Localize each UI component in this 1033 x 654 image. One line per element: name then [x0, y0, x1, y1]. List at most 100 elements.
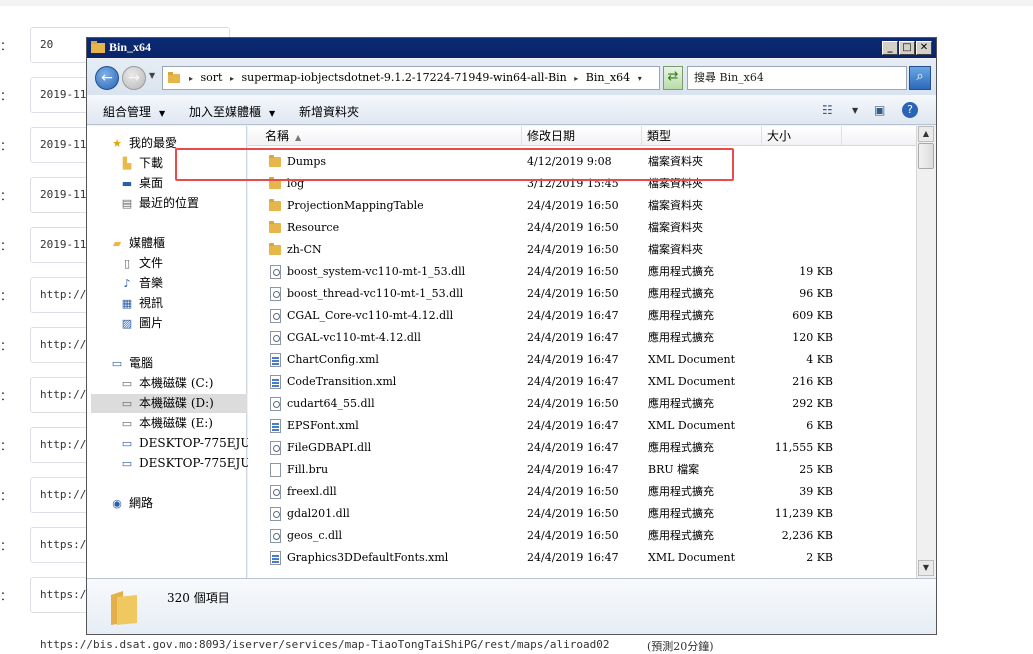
nav-item-videos[interactable]: ▦ 視訊	[119, 294, 163, 313]
add-to-library-label: 加入至媒體櫃	[189, 105, 262, 119]
file-row[interactable]: Graphics3DDefaultFonts.xml 24/4/2019 16:4…	[248, 547, 916, 569]
file-row[interactable]: zh-CN 24/4/2019 16:50 檔案資料夾	[248, 239, 916, 261]
music-icon: ♪	[123, 277, 131, 290]
nav-network[interactable]: ◉ 網路	[109, 494, 153, 513]
background-field-label: ：	[0, 89, 13, 103]
file-name: cudart64_55.dll	[287, 397, 375, 410]
back-button[interactable]: ←	[95, 66, 119, 90]
file-row[interactable]: CGAL_Core-vc110-mt-4.12.dll 24/4/2019 16:…	[248, 305, 916, 327]
chevron-down-icon: ▼	[269, 109, 276, 118]
new-folder-button[interactable]: 新增資料夾	[299, 103, 359, 120]
address-bar[interactable]: ▸ sort ▸ supermap-iobjectsdotnet-9.1.2-1…	[162, 66, 660, 90]
background-field-label: ：	[0, 189, 13, 203]
nav-item-recent[interactable]: ▤ 最近的位置	[119, 194, 199, 213]
column-header-date[interactable]: 修改日期	[522, 126, 642, 146]
nav-item-desktop[interactable]: ▬ 桌面	[119, 174, 163, 193]
file-size: 25 KB	[799, 463, 833, 476]
column-header-size[interactable]: 大小	[762, 126, 842, 146]
chevron-down-icon[interactable]: ▾	[638, 74, 642, 83]
explorer-window: Bin_x64 _ □ ✕ ← → ▼ ▸ sort ▸ supermap-io…	[86, 37, 937, 635]
drive-icon: ▭	[121, 397, 133, 410]
nav-favorites[interactable]: ★ 我的最愛	[109, 134, 177, 153]
file-row[interactable]: cudart64_55.dll 24/4/2019 16:50 應用程式擴充 292 …	[248, 393, 916, 415]
nav-label: 文件	[139, 256, 164, 270]
breadcrumb-sort[interactable]: sort	[201, 71, 223, 84]
file-row[interactable]: ChartConfig.xml 24/4/2019 16:47 XML Docume…	[248, 349, 916, 371]
background-url-text: https://bis.dsat.gov.mo:8093/iserver/ser…	[40, 638, 610, 651]
file-row[interactable]: geos_c.dll 24/4/2019 16:50 應用程式擴充 2,236 KB	[248, 525, 916, 547]
scroll-down-button[interactable]: ▼	[918, 560, 934, 576]
search-input[interactable]: 搜尋 Bin_x64	[687, 66, 907, 90]
refresh-button[interactable]: ⇄	[663, 66, 683, 90]
chevron-right-icon[interactable]: ▸	[574, 74, 578, 83]
nav-label: 我的最愛	[129, 136, 178, 150]
file-row[interactable]: gdal201.dll 24/4/2019 16:50 應用程式擴充 11,239 K…	[248, 503, 916, 525]
search-button[interactable]: ⌕	[909, 66, 931, 90]
nav-label: 下載	[139, 156, 164, 170]
chevron-down-icon[interactable]: ▼	[852, 106, 858, 115]
nav-item-drive-c[interactable]: ▭ 本機磁碟 (C:)	[119, 374, 214, 393]
file-row[interactable]: FileGDBAPI.dll 24/4/2019 16:47 應用程式擴充 11,55…	[248, 437, 916, 459]
forward-button[interactable]: →	[122, 66, 146, 90]
scroll-thumb[interactable]	[918, 143, 934, 169]
column-header-type[interactable]: 類型	[642, 126, 762, 146]
file-type: 應用程式擴充	[648, 441, 714, 454]
file-row[interactable]: CGAL-vc110-mt-4.12.dll 24/4/2019 16:47 應用程…	[248, 327, 916, 349]
nav-computer[interactable]: ▭ 電腦	[109, 354, 153, 373]
file-size: 4 KB	[806, 353, 833, 366]
file-row[interactable]: Resource 24/4/2019 16:50 檔案資料夾	[248, 217, 916, 239]
dll-file-icon	[270, 507, 281, 521]
file-row[interactable]: EPSFont.xml 24/4/2019 16:47 XML Document 6 …	[248, 415, 916, 437]
nav-item-drive-e[interactable]: ▭ 本機磁碟 (E:)	[119, 414, 213, 433]
item-count: 320 個項目	[167, 591, 230, 605]
file-row[interactable]: Fill.bru 24/4/2019 16:47 BRU 檔案 25 KB	[248, 459, 916, 481]
maximize-button[interactable]: □	[899, 41, 915, 55]
file-row[interactable]: CodeTransition.xml 24/4/2019 16:47 XML Doc…	[248, 371, 916, 393]
organize-button[interactable]: 組合管理 ▼	[103, 103, 165, 120]
recent-pages-dropdown-icon[interactable]: ▼	[149, 71, 155, 80]
file-row[interactable]: ProjectionMappingTable 24/4/2019 16:50 檔案資…	[248, 195, 916, 217]
dll-file-icon	[270, 287, 281, 301]
file-size: 11,239 KB	[774, 507, 833, 520]
scroll-up-button[interactable]: ▲	[918, 126, 934, 142]
file-date: 24/4/2019 16:50	[527, 199, 619, 212]
breadcrumb-bin[interactable]: Bin_x64	[586, 71, 630, 84]
star-icon: ★	[112, 137, 122, 150]
view-options-icon[interactable]: ☷	[822, 103, 833, 117]
file-row[interactable]: boost_system-vc110-mt-1_53.dll 24/4/2019 …	[248, 261, 916, 283]
library-icon: ▰	[112, 237, 122, 250]
column-header-name[interactable]: 名稱 ▲	[260, 126, 522, 146]
close-button[interactable]: ✕	[916, 41, 932, 55]
file-name: gdal201.dll	[287, 507, 350, 520]
file-type: XML Document	[648, 419, 736, 432]
nav-item-pictures[interactable]: ▨ 圖片	[119, 314, 163, 333]
add-to-library-button[interactable]: 加入至媒體櫃 ▼	[189, 103, 275, 120]
nav-label: 媒體櫃	[129, 236, 166, 250]
breadcrumb-supermap[interactable]: supermap-iobjectsdotnet-9.1.2-17224-7194…	[241, 71, 566, 84]
file-name: ProjectionMappingTable	[287, 199, 424, 212]
file-date: 24/4/2019 16:50	[527, 265, 619, 278]
file-date: 24/4/2019 16:47	[527, 331, 619, 344]
nav-item-drive-d[interactable]: ▭ 本機磁碟 (D:)	[91, 394, 247, 413]
chevron-right-icon[interactable]: ▸	[230, 74, 234, 83]
file-name: CodeTransition.xml	[287, 375, 397, 388]
nav-item-downloads[interactable]: ▙ 下載	[119, 154, 163, 173]
nav-libraries[interactable]: ▰ 媒體櫃	[109, 234, 165, 253]
nav-item-music[interactable]: ♪ 音樂	[119, 274, 163, 293]
file-size: 216 KB	[792, 375, 833, 388]
title-bar[interactable]: Bin_x64 _ □ ✕	[87, 38, 936, 58]
nav-item-network-drive-2[interactable]: ▭ DESKTOP-775EJUL _	[119, 454, 268, 473]
folder-icon	[269, 221, 281, 233]
file-date: 24/4/2019 16:50	[527, 243, 619, 256]
file-row[interactable]: boost_thread-vc110-mt-1_53.dll 24/4/2019 …	[248, 283, 916, 305]
refresh-icon: ⇄	[667, 69, 679, 84]
minimize-button[interactable]: _	[882, 41, 898, 55]
help-icon[interactable]: ?	[902, 102, 918, 118]
nav-item-network-drive-1[interactable]: ▭ DESKTOP-775EJUL _	[119, 434, 268, 453]
vertical-scrollbar[interactable]: ▲ ▼	[916, 126, 935, 578]
file-size: 96 KB	[799, 287, 833, 300]
preview-pane-icon[interactable]: ▣	[874, 103, 885, 117]
file-row[interactable]: freexl.dll 24/4/2019 16:50 應用程式擴充 39 KB	[248, 481, 916, 503]
nav-item-documents[interactable]: ▯ 文件	[119, 254, 163, 273]
file-date: 24/4/2019 16:50	[527, 287, 619, 300]
